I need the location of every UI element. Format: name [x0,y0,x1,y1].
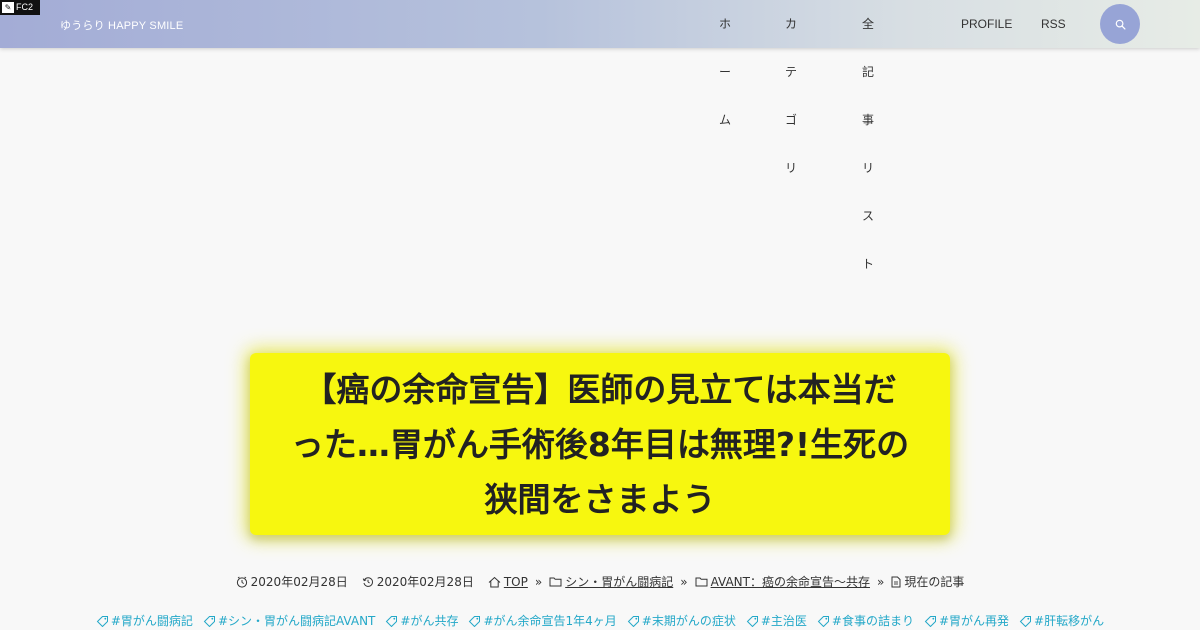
breadcrumb-separator: » [534,574,543,589]
tag-label: #肝転移がん [1034,614,1105,628]
breadcrumb-separator: » [876,574,885,589]
search-button[interactable] [1100,4,1140,44]
tag-label: #食事の詰まり [831,614,914,628]
tag-icon [817,615,829,627]
breadcrumb: TOP » シン・胃がん闘病記 » AVANT：癌の余命宣告～共存 » 現在の記… [488,573,964,590]
nav-home[interactable]: ホーム [719,0,731,127]
tag-link[interactable]: #主治医 [746,612,807,629]
tag-label: #がん余命宣告1年4ヶ月 [483,614,617,628]
article-title-line-1: 【癌の余命宣告】医師の見立ては本当だ [303,369,897,409]
tag-link[interactable]: #末期がんの症状 [627,612,736,629]
breadcrumb-category[interactable]: シン・胃がん闘病記 [565,573,673,590]
tag-link[interactable]: #がん余命宣告1年4ヶ月 [468,612,617,629]
tag-icon [627,615,639,627]
updated-date: 2020年02月28日 [362,573,474,590]
article-title-box: 【癌の余命宣告】医師の見立ては本当だ った…胃がん手術後8年目は無理?!生死の … [250,353,950,535]
nav-all-posts[interactable]: 全記事リスト [862,0,874,271]
fc2-logo-icon: ✎ [2,2,14,13]
breadcrumb-separator: » [680,574,688,589]
nav-rss[interactable]: RSS [1041,0,1066,48]
tag-icon [96,615,108,627]
update-icon [362,576,373,587]
clock-icon [236,576,247,588]
folder-icon [695,577,708,587]
tag-icon [203,615,215,627]
site-header: ゆうらり HAPPY SMILE ホーム カテゴリ 全記事リスト PROFILE… [0,0,1200,271]
tag-icon [469,615,481,627]
breadcrumb-current: 現在の記事 [904,575,965,589]
article-meta: 2020年02月28日 2020年02月28日 TOP » シン・胃がん闘病記 … [0,573,1200,590]
breadcrumb-subcategory[interactable]: AVANT：癌の余命宣告～共存 [711,573,870,590]
tag-link[interactable]: #シン・胃がん闘病記AVANT [203,612,375,629]
tag-label: #主治医 [760,614,807,628]
site-title[interactable]: ゆうらり HAPPY SMILE [60,17,183,33]
breadcrumb-top[interactable]: TOP [504,575,528,589]
posted-date-text: 2020年02月28日 [250,575,348,589]
tag-icon [1019,615,1032,627]
article-title-line-3: 狭間をさまよう [484,479,716,519]
nav-profile[interactable]: PROFILE [961,0,1012,48]
tag-label: #がん共存 [400,614,459,628]
tag-link[interactable]: #胃がん闘病記 [96,612,193,629]
tag-link[interactable]: #胃がん再発 [924,612,1009,629]
tag-label: #末期がんの症状 [641,614,736,628]
tag-label: #シン・胃がん闘病記AVANT [217,614,376,628]
tag-label: #胃がん再発 [938,614,1010,628]
article-title: 【癌の余命宣告】医師の見立ては本当だ った…胃がん手術後8年目は無理?!生死の … [291,362,909,527]
tag-icon [924,615,936,627]
updated-date-text: 2020年02月28日 [376,575,474,589]
tag-link[interactable]: #肝転移がん [1019,612,1104,629]
tag-icon [386,615,398,627]
folder-icon [549,577,562,587]
fc2-label: FC2 [16,2,34,12]
search-icon [1115,19,1126,30]
home-icon [488,576,501,587]
document-icon [891,576,901,587]
tag-link[interactable]: #食事の詰まり [817,612,914,629]
article-title-line-2: った…胃がん手術後8年目は無理?!生死の [290,424,910,464]
fc2-badge[interactable]: ✎ FC2 [0,0,40,15]
nav-category[interactable]: カテゴリ [785,0,797,175]
tag-label: #胃がん闘病記 [110,614,193,628]
tag-list: #胃がん闘病記 #シン・胃がん闘病記AVANT #がん共存 #がん余命宣告1年4ヶ月 #… [0,612,1200,629]
tag-link[interactable]: #がん共存 [385,612,458,629]
posted-date: 2020年02月28日 [236,573,348,590]
tag-icon [746,615,758,627]
